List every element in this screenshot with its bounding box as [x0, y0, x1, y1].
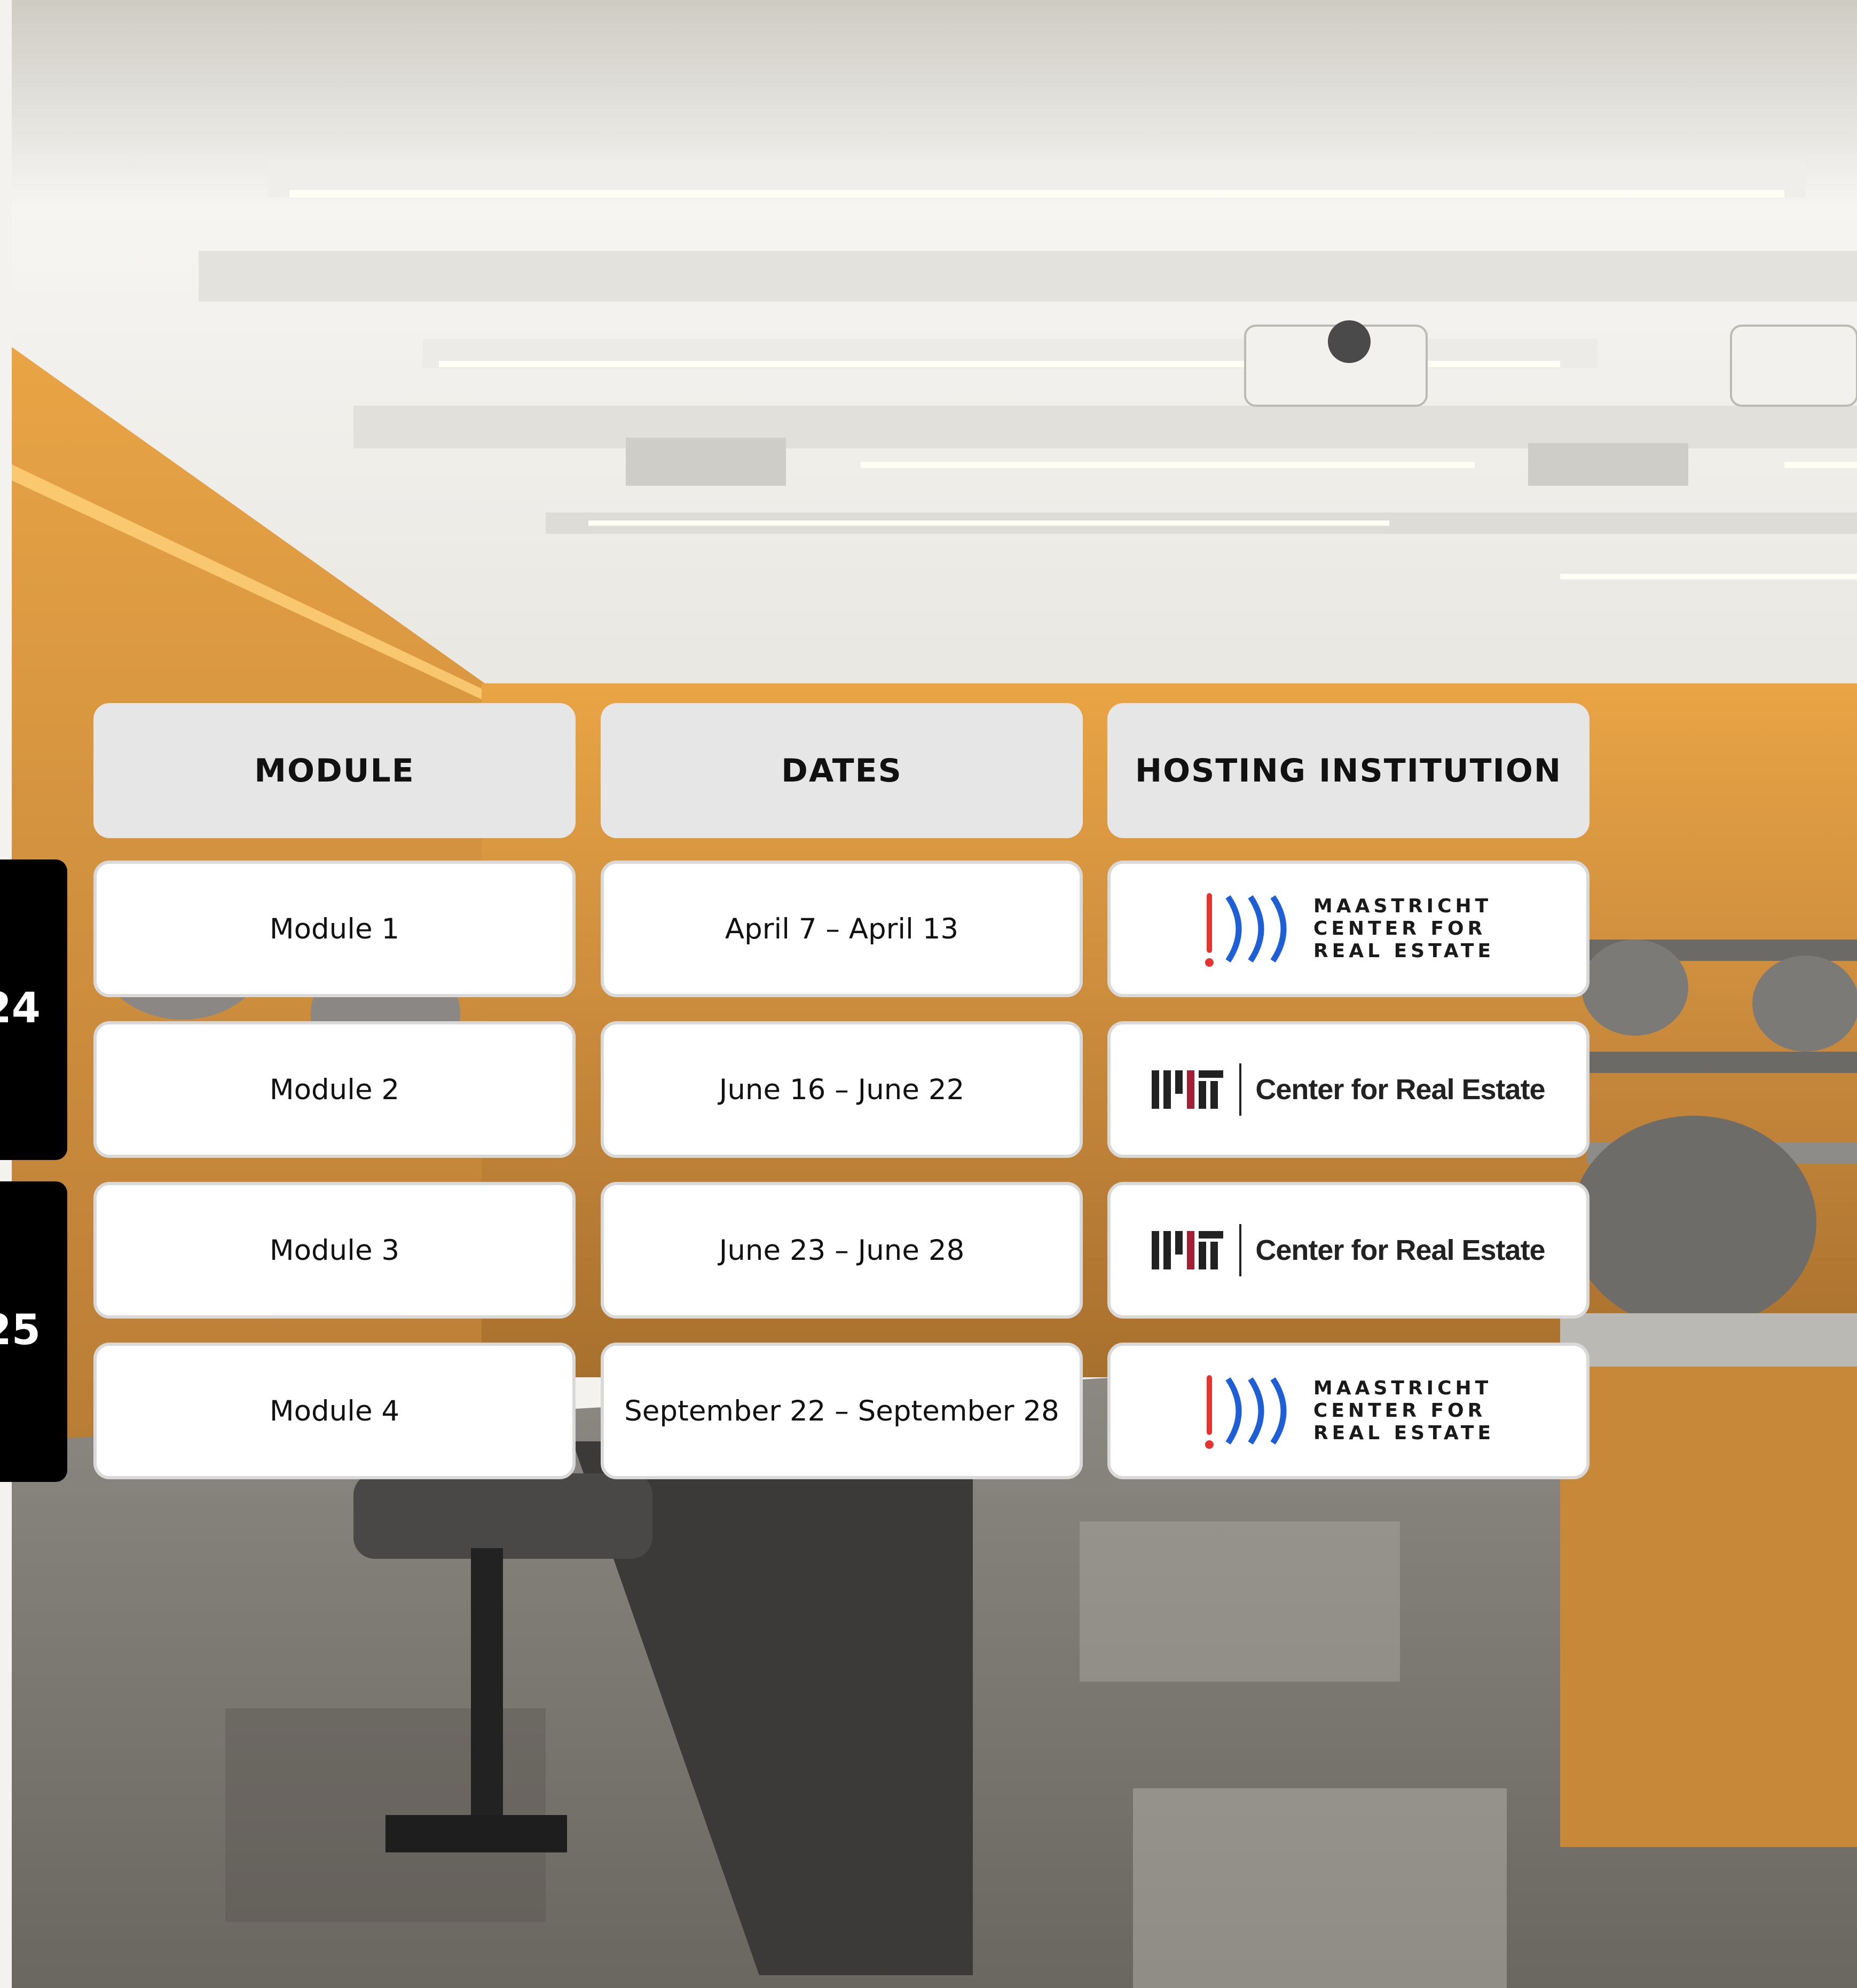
logo-line: REAL ESTATE [1313, 940, 1495, 962]
table-row-3-institution: Center for Real Estate [1107, 1182, 1590, 1319]
module-name: Module 2 [269, 1073, 400, 1106]
table-row-3-module: Module 3 [93, 1182, 576, 1319]
header-dates-label: DATES [781, 752, 902, 790]
table-row-2-module: Module 2 [93, 1021, 576, 1158]
module-name: Module 1 [269, 912, 400, 945]
year-label: 2025 [0, 1306, 41, 1354]
table-row-1-module: Module 1 [93, 861, 576, 997]
table-row-1-dates: April 7 – April 13 [601, 861, 1083, 997]
maastricht-center-logo: MAASTRICHT CENTER FOR REAL ESTATE [1202, 889, 1494, 969]
header-institution-label: HOSTING INSTITUTION [1135, 752, 1562, 790]
logo-line: CENTER FOR [1313, 1400, 1486, 1422]
module-name: Module 3 [269, 1234, 400, 1267]
table-row-2-institution: Center for Real Estate [1107, 1021, 1590, 1158]
header-module: MODULE [93, 703, 576, 838]
table-row-3-dates: June 23 – June 28 [601, 1182, 1083, 1319]
table-row-4-module: Module 4 [93, 1343, 576, 1479]
logo-line: CENTER FOR [1313, 918, 1486, 940]
year-label: 2024 [0, 984, 41, 1032]
module-dates: September 22 – September 28 [624, 1394, 1059, 1427]
logo-line: MAASTRICHT [1313, 895, 1492, 917]
module-dates: June 23 – June 28 [719, 1234, 965, 1267]
table-row-1-institution: MAASTRICHT CENTER FOR REAL ESTATE [1107, 861, 1590, 997]
module-dates: April 7 – April 13 [725, 912, 959, 945]
logo-divider [1239, 1063, 1242, 1116]
year-tab-2025: 2025 [0, 1181, 67, 1482]
maastricht-center-logo: MAASTRICHT CENTER FOR REAL ESTATE [1202, 1371, 1494, 1451]
logo-text: Center for Real Estate [1255, 1234, 1545, 1266]
module-name: Module 4 [269, 1394, 400, 1427]
table-row-4-institution: MAASTRICHT CENTER FOR REAL ESTATE [1107, 1343, 1590, 1479]
header-institution: HOSTING INSTITUTION [1107, 703, 1590, 838]
table-row-2-dates: June 16 – June 22 [601, 1021, 1083, 1158]
header-dates: DATES [601, 703, 1083, 838]
table-row-4-dates: September 22 – September 28 [601, 1343, 1083, 1479]
mit-center-logo: Center for Real Estate [1152, 1224, 1546, 1276]
logo-text: Center for Real Estate [1255, 1074, 1545, 1106]
mit-center-logo: Center for Real Estate [1152, 1063, 1546, 1116]
logo-line: REAL ESTATE [1313, 1422, 1495, 1444]
module-dates: June 16 – June 22 [719, 1073, 965, 1106]
header-module-label: MODULE [254, 752, 415, 790]
logo-line: MAASTRICHT [1313, 1377, 1492, 1399]
year-tab-2024: 2024 [0, 859, 67, 1160]
logo-divider [1239, 1224, 1242, 1276]
